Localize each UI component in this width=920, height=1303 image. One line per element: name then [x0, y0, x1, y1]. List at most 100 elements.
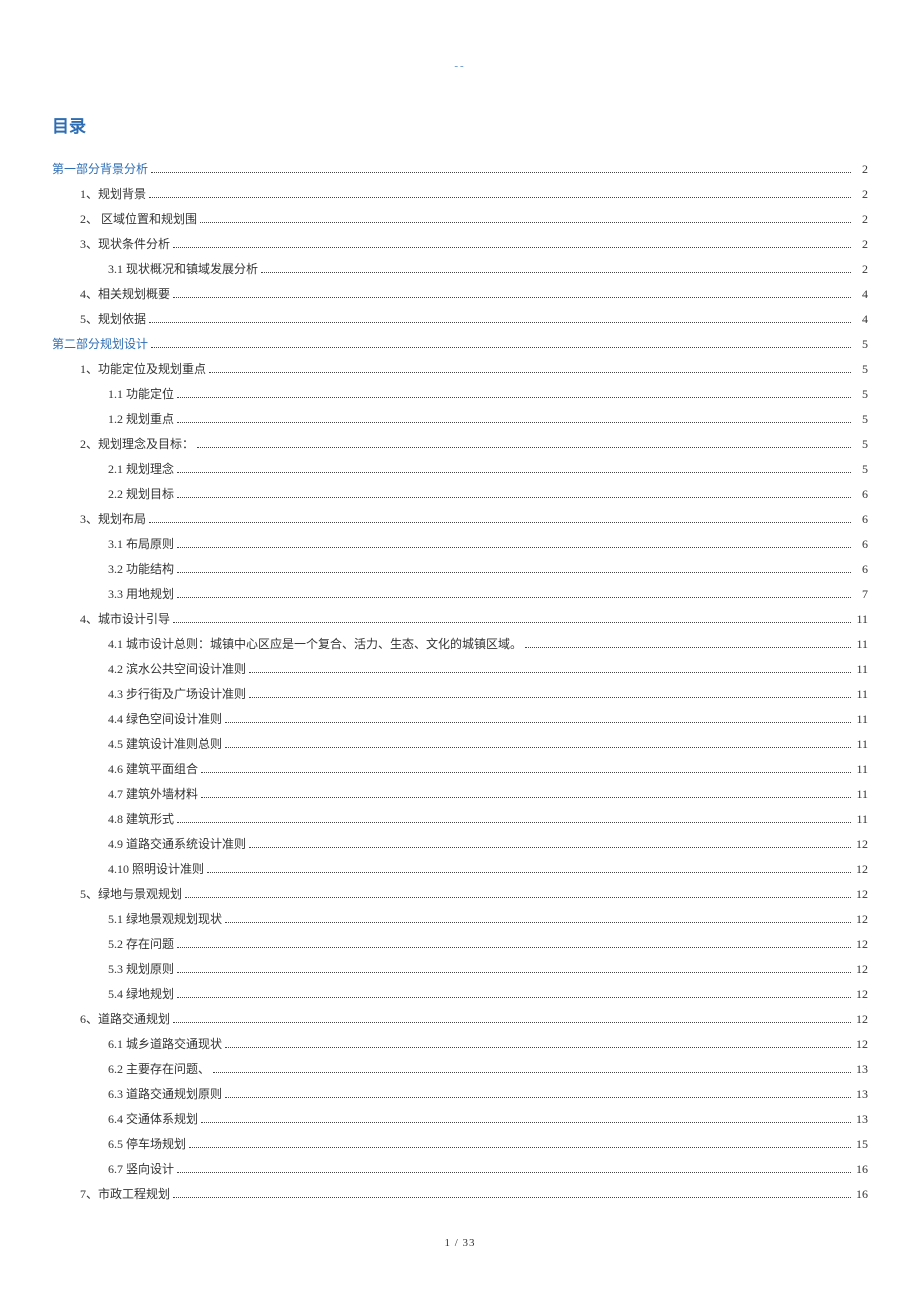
toc-entry-label: 3.2 功能结构 — [108, 557, 174, 582]
toc-entry[interactable]: 5、绿地与景观规划12 — [80, 882, 868, 907]
toc-entry-label: 2.1 规划理念 — [108, 457, 174, 482]
toc-entry-label: 4、相关规划概要 — [80, 282, 170, 307]
toc-leader-dots — [151, 172, 851, 173]
toc-entry[interactable]: 4.3 步行街及广场设计准则11 — [108, 682, 868, 707]
toc-entry-page: 11 — [854, 807, 868, 832]
toc-leader-dots — [225, 922, 851, 923]
toc-entry-label: 7、市政工程规划 — [80, 1182, 170, 1207]
toc-entry[interactable]: 4.2 滨水公共空间设计准则11 — [108, 657, 868, 682]
toc-entry[interactable]: 6.3 道路交通规划原则13 — [108, 1082, 868, 1107]
toc-entry[interactable]: 7、市政工程规划16 — [80, 1182, 868, 1207]
toc-entry[interactable]: 4.7 建筑外墙材料11 — [108, 782, 868, 807]
toc-entry-label: 2、 区域位置和规划围 — [80, 207, 197, 232]
toc-entry[interactable]: 4、城市设计引导11 — [80, 607, 868, 632]
toc-entry[interactable]: 5.1 绿地景观规划现状12 — [108, 907, 868, 932]
toc-entry[interactable]: 2.1 规划理念5 — [108, 457, 868, 482]
toc-entry-page: 11 — [854, 782, 868, 807]
toc-entry-label: 3.3 用地规划 — [108, 582, 174, 607]
toc-entry-label: 1.2 规划重点 — [108, 407, 174, 432]
toc-leader-dots — [201, 797, 851, 798]
toc-entry-label: 4.4 绿色空间设计准则 — [108, 707, 222, 732]
toc-entry[interactable]: 1、规划背景2 — [80, 182, 868, 207]
toc-entry-label: 5.2 存在问题 — [108, 932, 174, 957]
toc-entry[interactable]: 6.5 停车场规划15 — [108, 1132, 868, 1157]
toc-leader-dots — [177, 572, 851, 573]
toc-entry-label: 6.3 道路交通规划原则 — [108, 1082, 222, 1107]
toc-entry-label: 5.3 规划原则 — [108, 957, 174, 982]
toc-entry-label: 4.2 滨水公共空间设计准则 — [108, 657, 246, 682]
toc-entry-page: 12 — [854, 1007, 868, 1032]
toc-entry-label: 2、规划理念及目标： — [80, 432, 194, 457]
toc-entry-page: 12 — [854, 982, 868, 1007]
page-footer: 1 / 33 — [52, 1237, 868, 1249]
toc-entry[interactable]: 3.3 用地规划7 — [108, 582, 868, 607]
toc-entry-label: 4.9 道路交通系统设计准则 — [108, 832, 246, 857]
toc-entry-label: 3.1 现状概况和镇域发展分析 — [108, 257, 258, 282]
toc-entry[interactable]: 4.1 城市设计总则：城镇中心区应是一个复合、活力、生态、文化的城镇区域。 11 — [108, 632, 868, 657]
toc-leader-dots — [213, 1072, 851, 1073]
toc-entry-label: 3、规划布局 — [80, 507, 146, 532]
toc-entry[interactable]: 5.4 绿地规划 12 — [108, 982, 868, 1007]
toc-leader-dots — [177, 397, 851, 398]
toc-entry[interactable]: 5.3 规划原则 12 — [108, 957, 868, 982]
toc-entry[interactable]: 第一部分背景分析2 — [52, 157, 868, 182]
toc-entry[interactable]: 6.2 主要存在问题、13 — [108, 1057, 868, 1082]
toc-entry-label: 4.8 建筑形式 — [108, 807, 174, 832]
toc-entry[interactable]: 5、规划依据4 — [80, 307, 868, 332]
toc-entry[interactable]: 1.1 功能定位5 — [108, 382, 868, 407]
toc-leader-dots — [249, 847, 851, 848]
toc-leader-dots — [177, 597, 851, 598]
toc-leader-dots — [151, 347, 851, 348]
toc-entry[interactable]: 第二部分规划设计5 — [52, 332, 868, 357]
toc-entry-label: 6.2 主要存在问题、 — [108, 1057, 210, 1082]
toc-entry-page: 5 — [854, 407, 868, 432]
toc-entry[interactable]: 4.6 建筑平面组合11 — [108, 757, 868, 782]
toc-entry-page: 5 — [854, 332, 868, 357]
toc-entry[interactable]: 5.2 存在问题12 — [108, 932, 868, 957]
toc-entry[interactable]: 4.8 建筑形式 11 — [108, 807, 868, 832]
toc-entry[interactable]: 4.5 建筑设计准则总则11 — [108, 732, 868, 757]
toc-entry-page: 2 — [854, 232, 868, 257]
toc-entry-label: 1、功能定位及规划重点 — [80, 357, 206, 382]
toc-leader-dots — [177, 822, 851, 823]
toc-entry-label: 6.5 停车场规划 — [108, 1132, 186, 1157]
toc-entry-label: 5.4 绿地规划 — [108, 982, 174, 1007]
toc-leader-dots — [173, 247, 851, 248]
toc-entry[interactable]: 2、规划理念及目标：5 — [80, 432, 868, 457]
toc-entry[interactable]: 1.2 规划重点 5 — [108, 407, 868, 432]
toc-entry[interactable]: 6.7 竖向设计16 — [108, 1157, 868, 1182]
toc-entry-page: 4 — [854, 307, 868, 332]
toc-entry-page: 12 — [854, 907, 868, 932]
toc-entry-label: 6.7 竖向设计 — [108, 1157, 174, 1182]
toc-leader-dots — [173, 622, 851, 623]
toc-entry[interactable]: 3.2 功能结构6 — [108, 557, 868, 582]
toc-entry[interactable]: 3、现状条件分析2 — [80, 232, 868, 257]
toc-entry[interactable]: 4.10 照明设计准则12 — [108, 857, 868, 882]
toc-entry[interactable]: 4.4 绿色空间设计准则11 — [108, 707, 868, 732]
toc-entry-label: 4.1 城市设计总则：城镇中心区应是一个复合、活力、生态、文化的城镇区域。 — [108, 632, 522, 657]
toc-entry-page: 12 — [854, 957, 868, 982]
toc-entry[interactable]: 3.1 布局原则6 — [108, 532, 868, 557]
toc-leader-dots — [149, 322, 851, 323]
toc-entry[interactable]: 3.1 现状概况和镇域发展分析2 — [108, 257, 868, 282]
toc-entry[interactable]: 2.2 规划目标6 — [108, 482, 868, 507]
toc-entry[interactable]: 2、 区域位置和规划围2 — [80, 207, 868, 232]
toc-entry[interactable]: 6.1 城乡道路交通现状12 — [108, 1032, 868, 1057]
toc-entry-page: 12 — [854, 832, 868, 857]
toc-leader-dots — [225, 722, 851, 723]
toc-leader-dots — [173, 1197, 851, 1198]
toc-entry-label: 4.3 步行街及广场设计准则 — [108, 682, 246, 707]
toc-entry[interactable]: 1、功能定位及规划重点 5 — [80, 357, 868, 382]
toc-entry[interactable]: 4、相关规划概要4 — [80, 282, 868, 307]
toc-leader-dots — [177, 422, 851, 423]
toc-entry[interactable]: 3、规划布局6 — [80, 507, 868, 532]
toc-entry-page: 11 — [854, 632, 868, 657]
toc-entry[interactable]: 6.4 交通体系规划13 — [108, 1107, 868, 1132]
toc-leader-dots — [249, 672, 851, 673]
toc-leader-dots — [177, 997, 851, 998]
toc-entry[interactable]: 4.9 道路交通系统设计准则 12 — [108, 832, 868, 857]
toc-entry-page: 5 — [854, 357, 868, 382]
toc-leader-dots — [200, 222, 851, 223]
toc-entry[interactable]: 6、道路交通规划12 — [80, 1007, 868, 1032]
toc-leader-dots — [249, 697, 851, 698]
